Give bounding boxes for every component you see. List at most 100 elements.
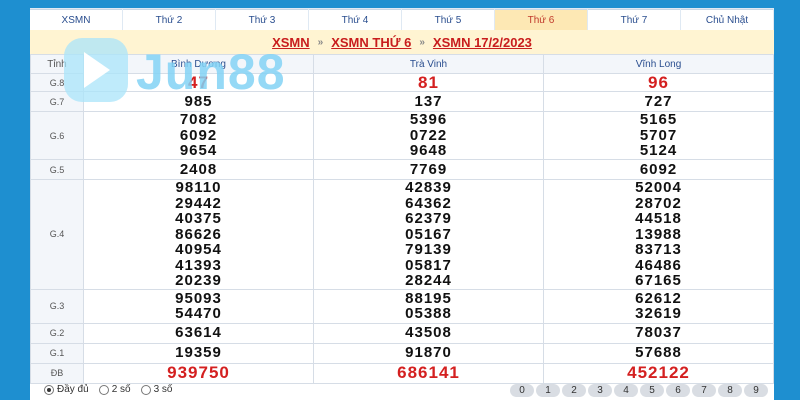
result-number: 05817 (405, 256, 452, 274)
option-radio-1[interactable]: 2 số (98, 384, 131, 395)
result-cell: 62612 32619 (543, 288, 774, 324)
result-number: 6092 (179, 126, 218, 144)
result-cell: 95093 54470 (83, 288, 314, 324)
result-number: 5707 (639, 126, 678, 144)
result-number: 29442 (175, 194, 222, 212)
result-cell: 5165 5707 5124 (543, 111, 774, 160)
result-number: 137 (414, 92, 443, 110)
result-cell: 63614 (83, 322, 314, 344)
prize-label: G.6 (30, 111, 84, 160)
tab-4[interactable]: Thứ 5 (402, 9, 494, 30)
province-name[interactable]: Vĩnh Long (543, 54, 774, 74)
province-name[interactable]: Trà Vinh (313, 54, 544, 74)
digit-filter: 0123456789 (510, 384, 768, 397)
digit-button[interactable]: 7 (692, 384, 716, 397)
table-row: G.2 63614 43508 78037 (30, 322, 774, 344)
result-cell: 6092 (543, 159, 774, 180)
result-number: 32619 (635, 305, 682, 322)
result-number: 0722 (409, 126, 448, 144)
result-number: 91870 (405, 344, 452, 362)
result-number: 79139 (405, 241, 452, 258)
result-cell: 43508 (313, 322, 544, 344)
result-number: 88195 (405, 289, 452, 307)
radio-icon[interactable] (98, 384, 109, 395)
tab-2[interactable]: Thứ 3 (216, 9, 308, 30)
digit-button[interactable]: 2 (562, 384, 586, 397)
breadcrumb-xsmn-thu6[interactable]: XSMN THỨ 6 (331, 35, 411, 50)
result-number: 05167 (405, 225, 452, 243)
result-number: 46486 (635, 256, 682, 274)
display-options: Đầy đủ 2 số 3 số (44, 384, 173, 395)
result-number: 63614 (175, 324, 222, 342)
result-number: 13988 (635, 225, 682, 243)
result-number: 57688 (635, 344, 682, 362)
result-cell: 7082 6092 9654 (83, 111, 314, 160)
result-number: 6092 (639, 160, 678, 178)
result-number: 86626 (175, 225, 222, 243)
breadcrumb-sep: » (419, 36, 425, 48)
option-label: 2 số (111, 384, 131, 395)
digit-button[interactable]: 3 (588, 384, 612, 397)
result-number: 9654 (179, 142, 218, 160)
prize-label: G.1 (30, 342, 84, 364)
tab-6[interactable]: Thứ 7 (588, 9, 680, 30)
result-number: 939750 (167, 363, 230, 383)
result-number: 20239 (175, 272, 222, 289)
option-label: Đầy đủ (57, 384, 89, 395)
digit-button[interactable]: 8 (718, 384, 742, 397)
digit-button[interactable]: 4 (614, 384, 638, 397)
breadcrumb-date[interactable]: XSMN 17/2/2023 (433, 35, 532, 50)
result-number: 41393 (175, 256, 222, 274)
result-number: 42839 (405, 179, 452, 196)
result-cell: 57688 (543, 342, 774, 364)
radio-icon[interactable] (140, 384, 151, 395)
result-cell: 7769 (313, 159, 544, 180)
result-number: 727 (644, 92, 673, 110)
watermark-logo: Jun88 (64, 38, 314, 108)
result-cell: 96 (543, 72, 774, 92)
result-number: 19359 (175, 344, 222, 362)
result-number: 686141 (397, 363, 460, 383)
result-number: 40954 (175, 241, 222, 258)
result-cell: 42839 64362 62379 05167 79139 05817 28244 (313, 179, 544, 290)
result-cell: 91870 (313, 342, 544, 364)
result-number: 5165 (639, 111, 678, 129)
result-number: 28244 (405, 272, 452, 289)
result-number: 95093 (175, 289, 222, 307)
result-number: 9648 (409, 142, 448, 160)
tab-7[interactable]: Chủ Nhật (681, 9, 773, 30)
tab-0[interactable]: XSMN (30, 9, 122, 30)
day-tabs: XSMN Thứ 2 Thứ 3 Thứ 4 Thứ 5 Thứ 6 Thứ 7 Chủ Nh… (30, 8, 774, 30)
digit-button[interactable]: 9 (744, 384, 768, 397)
table-footer: Đầy đủ 2 số 3 số 0123456789 (30, 380, 774, 400)
tab-5[interactable]: Thứ 6 (495, 9, 587, 30)
result-cell: 81 (313, 73, 544, 92)
result-cell: 5396 0722 9648 (313, 111, 544, 160)
tab-1[interactable]: Thứ 2 (123, 9, 215, 30)
prize-label: G.5 (30, 159, 84, 180)
radio-icon[interactable] (44, 384, 54, 395)
result-cell: 2408 (83, 159, 314, 180)
option-label: 3 số (153, 384, 173, 395)
result-number: 78037 (635, 324, 682, 342)
result-number: 54470 (175, 305, 222, 322)
digit-button[interactable]: 5 (640, 384, 664, 397)
tab-3[interactable]: Thứ 4 (309, 9, 401, 30)
prize-label: G.2 (30, 322, 84, 344)
result-number: 96 (648, 72, 669, 92)
result-cell: 78037 (543, 322, 774, 344)
table-row: G.3 95093 54470 88195 05388 62612 32619 (30, 288, 774, 324)
result-number: 67165 (635, 272, 682, 289)
breadcrumb-sep: » (317, 36, 324, 48)
table-row: G.4 98110 29442 40375 86626 40954 41393 20239 42… (30, 179, 774, 290)
result-cell: 19359 (83, 342, 314, 364)
option-radio-0[interactable]: Đầy đủ (44, 384, 89, 395)
digit-button[interactable]: 1 (536, 384, 560, 397)
results-panel: XSMN Thứ 2 Thứ 3 Thứ 4 Thứ 5 Thứ 6 Thứ 7 Chủ Nh… (30, 8, 774, 400)
logo-mark (64, 38, 128, 102)
result-cell: 727 (543, 91, 774, 112)
option-radio-2[interactable]: 3 số (140, 384, 173, 395)
digit-button[interactable]: 6 (666, 384, 690, 397)
result-number: 7082 (179, 111, 218, 129)
digit-button[interactable]: 0 (510, 384, 534, 397)
